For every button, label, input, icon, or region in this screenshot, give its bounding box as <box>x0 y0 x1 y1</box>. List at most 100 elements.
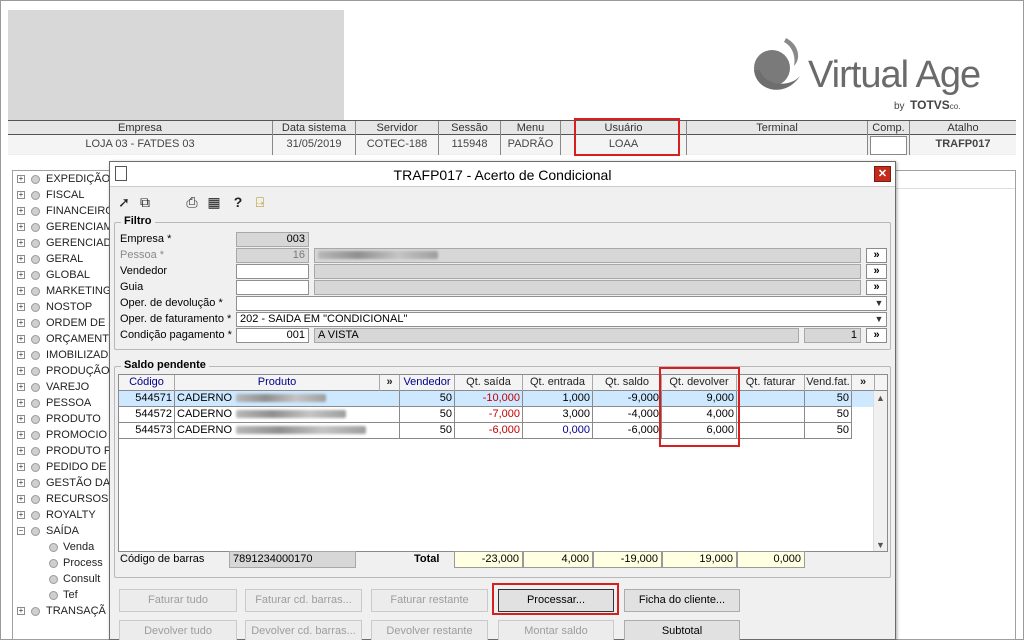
right-list-panel[interactable] <box>895 170 1016 640</box>
tree-item[interactable]: + ROYALTY <box>13 507 111 523</box>
dialog-titlebar[interactable]: TRAFP017 - Acerto de Condicional ✕ <box>110 162 895 187</box>
cell-produto[interactable]: CADERNO <box>175 423 400 439</box>
cell-vendfat[interactable]: 50 <box>805 391 852 407</box>
col-codigo[interactable]: Código <box>119 375 175 391</box>
expand-toggle-icon[interactable]: + <box>17 495 25 503</box>
col-expand-2[interactable]: » <box>852 375 875 391</box>
tree-item[interactable]: + GLOBAL <box>13 267 111 283</box>
expand-toggle-icon[interactable]: + <box>17 335 25 343</box>
col-qt-entrada[interactable]: Qt. entrada <box>523 375 593 391</box>
tree-item[interactable]: + GERENCIAM <box>13 219 111 235</box>
tree-item[interactable]: + PESSOA <box>13 395 111 411</box>
table-row[interactable]: 544572 CADERNO 50 -7,000 3,000 -4,000 4,000 50 <box>119 407 875 423</box>
cell-devolver[interactable]: 9,000 <box>662 391 737 407</box>
col-vend-fat[interactable]: Vend.fat. <box>805 375 852 391</box>
col-qt-faturar[interactable]: Qt. faturar <box>737 375 805 391</box>
col-vendedor[interactable]: Vendedor <box>400 375 455 391</box>
vendedor-code-field[interactable] <box>236 264 309 279</box>
scroll-down-icon[interactable]: ▼ <box>876 540 885 550</box>
cell-produto[interactable]: CADERNO <box>175 391 400 407</box>
menu-tree[interactable]: + EXPEDIÇÃO + FISCAL + FINANCEIRO + GERENCIAM + G… <box>12 170 112 640</box>
tree-item[interactable]: + PRODUÇÃO <box>13 363 111 379</box>
expand-toggle-icon[interactable]: + <box>17 415 25 423</box>
printer-icon[interactable]: ⎙ <box>184 194 200 210</box>
tree-item[interactable]: + RECURSOS <box>13 491 111 507</box>
processar-button[interactable]: Processar... <box>498 589 614 612</box>
expand-toggle-icon[interactable]: + <box>17 271 25 279</box>
cell-vendfat[interactable]: 50 <box>805 423 852 439</box>
devolver-restante-button[interactable]: Devolver restante <box>371 620 488 640</box>
tree-item[interactable]: + FINANCEIRO <box>13 203 111 219</box>
expand-toggle-icon[interactable]: + <box>17 463 25 471</box>
condicao-search-button[interactable]: » <box>866 328 887 343</box>
devolver-tudo-button[interactable]: Devolver tudo <box>119 620 237 640</box>
expand-toggle-icon[interactable]: + <box>17 607 25 615</box>
grid-scrollbar[interactable]: ▲ ▼ <box>873 391 887 551</box>
cell-saldo[interactable]: -9,000 <box>593 391 662 407</box>
tree-item[interactable]: + PRODUTO <box>13 411 111 427</box>
expand-toggle-icon[interactable]: − <box>17 527 25 535</box>
col-expand-1[interactable]: » <box>380 375 400 391</box>
cell-faturar[interactable] <box>737 407 805 423</box>
tree-item[interactable]: + MARKETING <box>13 283 111 299</box>
windows-icon[interactable]: ⧉ <box>137 194 153 210</box>
devolver-barras-button[interactable]: Devolver cd. barras... <box>245 620 362 640</box>
cell-entrada[interactable]: 3,000 <box>523 407 593 423</box>
cell-vendfat[interactable]: 50 <box>805 407 852 423</box>
tree-item[interactable]: + ORÇAMENT <box>13 331 111 347</box>
cell-saldo[interactable]: -6,000 <box>593 423 662 439</box>
condicao-code-field[interactable]: 001 <box>236 328 309 343</box>
oper-devolucao-select[interactable] <box>236 296 887 311</box>
expand-toggle-icon[interactable]: + <box>17 351 25 359</box>
expand-toggle-icon[interactable]: + <box>17 239 25 247</box>
tree-child-item[interactable]: Consult <box>13 571 111 587</box>
expand-toggle-icon[interactable]: + <box>17 287 25 295</box>
expand-toggle-icon[interactable]: + <box>17 223 25 231</box>
expand-toggle-icon[interactable]: + <box>17 399 25 407</box>
guia-code-field[interactable] <box>236 280 309 295</box>
help-icon[interactable]: ? <box>230 194 246 210</box>
expand-toggle-icon[interactable]: + <box>17 367 25 375</box>
exit-door-icon[interactable]: ⍈ <box>252 194 268 210</box>
col-produto[interactable]: Produto <box>175 375 380 391</box>
cell-codigo[interactable]: 544572 <box>119 407 175 423</box>
cell-produto[interactable]: CADERNO <box>175 407 400 423</box>
expand-toggle-icon[interactable]: + <box>17 303 25 311</box>
expand-toggle-icon[interactable]: + <box>17 319 25 327</box>
pessoa-code-field[interactable]: 16 <box>236 248 309 263</box>
cell-saida[interactable]: -10,000 <box>455 391 523 407</box>
tree-child-item[interactable]: Process <box>13 555 111 571</box>
chevron-down-icon[interactable]: ▼ <box>873 297 885 309</box>
tree-item[interactable]: + GERENCIAD <box>13 235 111 251</box>
scroll-up-icon[interactable]: ▲ <box>876 393 885 403</box>
cell-saida[interactable]: -7,000 <box>455 407 523 423</box>
cell-entrada[interactable]: 0,000 <box>523 423 593 439</box>
saldo-grid[interactable]: Código Produto » Vendedor Qt. saída Qt. … <box>118 374 888 552</box>
subtotal-button[interactable]: Subtotal <box>624 620 740 640</box>
arrow-icon[interactable]: ➚ <box>116 194 132 210</box>
col-qt-saldo[interactable]: Qt. saldo <box>593 375 662 391</box>
expand-toggle-icon[interactable]: + <box>17 175 25 183</box>
expand-toggle-icon[interactable]: + <box>17 511 25 519</box>
cell-devolver[interactable]: 4,000 <box>662 407 737 423</box>
faturar-barras-button[interactable]: Faturar cd. barras... <box>245 589 362 612</box>
expand-toggle-icon[interactable]: + <box>17 191 25 199</box>
tree-item[interactable]: + GESTÃO DA <box>13 475 111 491</box>
expand-toggle-icon[interactable]: + <box>17 255 25 263</box>
cell-saida[interactable]: -6,000 <box>455 423 523 439</box>
cell-vendedor[interactable]: 50 <box>400 391 455 407</box>
cell-saldo[interactable]: -4,000 <box>593 407 662 423</box>
expand-toggle-icon[interactable]: + <box>17 383 25 391</box>
tree-item[interactable]: + TRANSAÇÃ <box>13 603 111 619</box>
guia-search-button[interactable]: » <box>866 280 887 295</box>
tree-child-item[interactable]: Tef <box>13 587 111 603</box>
tree-item[interactable]: + ORDEM DE S <box>13 315 111 331</box>
tree-item[interactable]: + PROMOCIO <box>13 427 111 443</box>
col-qt-devolver[interactable]: Qt. devolver <box>662 375 737 391</box>
close-button[interactable]: ✕ <box>874 166 891 182</box>
barcode-field[interactable]: 7891234000170 <box>229 551 356 568</box>
cell-entrada[interactable]: 1,000 <box>523 391 593 407</box>
calendar-grid-icon[interactable]: ▦ <box>206 194 222 210</box>
faturar-tudo-button[interactable]: Faturar tudo <box>119 589 237 612</box>
cell-faturar[interactable] <box>737 391 805 407</box>
